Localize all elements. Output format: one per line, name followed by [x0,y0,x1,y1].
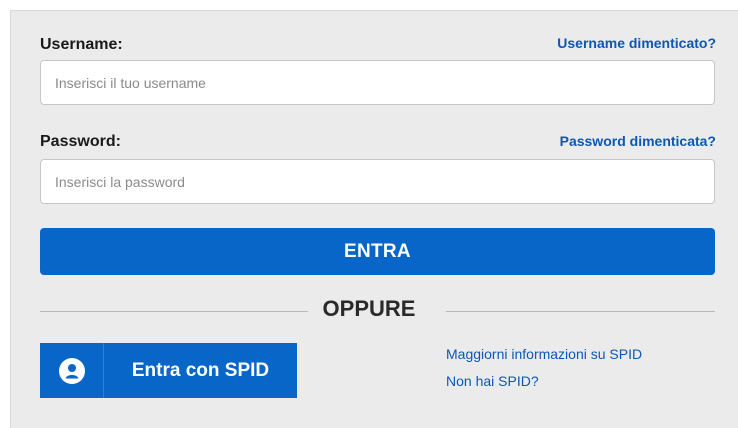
password-input[interactable] [40,159,715,204]
username-input[interactable] [40,60,715,105]
spid-login-button[interactable]: Entra con SPID [40,343,297,398]
forgot-username-link[interactable]: Username dimenticato? [557,35,716,51]
login-button[interactable]: ENTRA [40,228,715,275]
forgot-password-link[interactable]: Password dimenticata? [560,133,716,149]
divider-left [40,311,308,312]
username-label: Username: [40,36,123,53]
divider-right [446,311,715,312]
spid-more-info-link[interactable]: Maggiorni informazioni su SPID [446,346,642,362]
password-label: Password: [40,133,121,150]
no-spid-link[interactable]: Non hai SPID? [446,373,539,389]
spid-icon-box [40,343,104,398]
spid-button-label: Entra con SPID [131,359,270,381]
user-avatar-icon [58,357,85,384]
